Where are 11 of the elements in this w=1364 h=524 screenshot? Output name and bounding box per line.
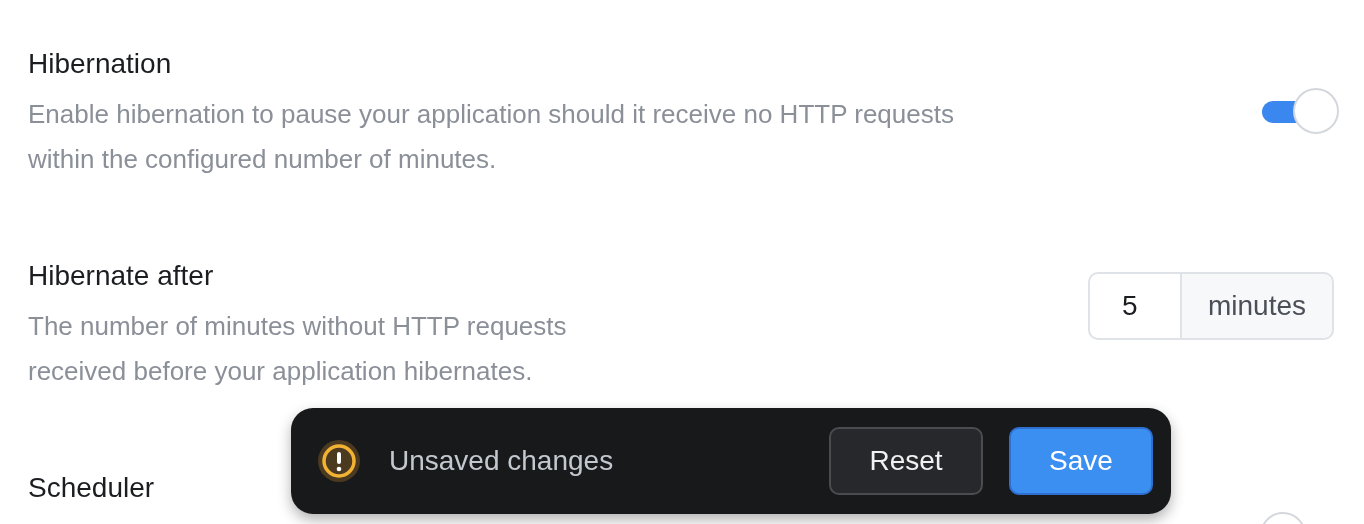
setting-title: Hibernate after xyxy=(28,259,215,293)
reset-button[interactable]: Reset xyxy=(829,427,983,495)
setting-title: Hibernation xyxy=(28,47,173,81)
unit-label: minutes xyxy=(1181,272,1334,340)
setting-description: Enable hibernation to pause your application should it receive no HTTP requests within the configured number of minutes. xyxy=(28,98,955,176)
toast-message: Unsaved changes xyxy=(389,444,615,478)
warning-icon xyxy=(317,439,361,483)
setting-description: The number of minutes without HTTP requests received before your application hibernates. xyxy=(28,310,568,388)
setting-title: Scheduler xyxy=(28,471,155,505)
toggle-switch[interactable] xyxy=(1260,88,1340,136)
number-field[interactable]: 5 xyxy=(1087,272,1182,340)
